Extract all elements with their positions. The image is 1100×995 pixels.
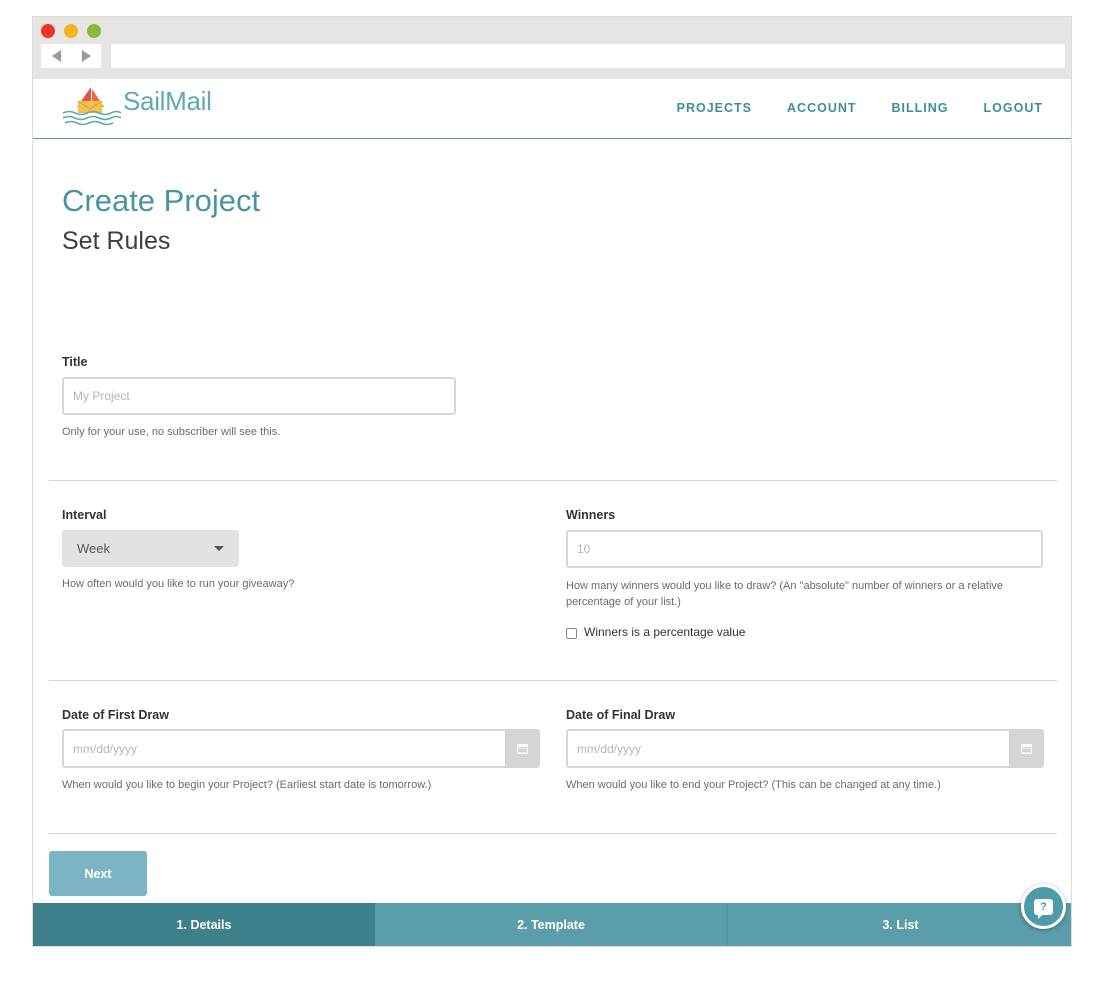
step-details[interactable]: 1. Details bbox=[33, 903, 375, 946]
title-help: Only for your use, no subscriber will se… bbox=[62, 426, 281, 438]
sailboat-logo-icon bbox=[62, 87, 121, 125]
final-draw-help: When would you like to end your Project?… bbox=[566, 779, 941, 791]
maximize-window-dot[interactable] bbox=[87, 24, 101, 38]
first-draw-calendar-button[interactable] bbox=[505, 729, 540, 768]
first-draw-help: When would you like to begin your Projec… bbox=[62, 779, 432, 791]
forward-arrow-icon[interactable] bbox=[81, 50, 91, 62]
help-chat-button[interactable]: ? bbox=[1021, 884, 1066, 929]
section-divider bbox=[49, 480, 1057, 481]
title-input[interactable]: My Project bbox=[62, 377, 456, 415]
winners-input[interactable]: 10 bbox=[566, 530, 1043, 568]
help-chat-icon: ? bbox=[1034, 898, 1053, 919]
main-content: Create Project Set Rules Title My Projec… bbox=[33, 139, 1071, 907]
final-draw-calendar-button[interactable] bbox=[1009, 729, 1044, 768]
sailmail-logo[interactable]: SailMail bbox=[61, 85, 212, 125]
brand-name: SailMail bbox=[123, 86, 212, 116]
interval-selected-value: Week bbox=[77, 541, 110, 556]
interval-select[interactable]: Week bbox=[62, 530, 239, 567]
calendar-icon bbox=[517, 743, 528, 754]
next-button[interactable]: Next bbox=[49, 851, 147, 896]
address-bar[interactable] bbox=[111, 44, 1065, 68]
app-header: SailMail PROJECTS ACCOUNT BILLING LOGOUT bbox=[33, 79, 1071, 139]
interval-label: Interval bbox=[62, 508, 107, 522]
nav-account[interactable]: ACCOUNT bbox=[787, 101, 857, 115]
final-draw-input[interactable]: mm/dd/yyyy bbox=[566, 729, 1009, 768]
percentage-checkbox[interactable] bbox=[566, 628, 577, 639]
first-draw-field: mm/dd/yyyy bbox=[62, 729, 540, 768]
progress-steps: 1. Details 2. Template 3. List bbox=[33, 903, 1071, 946]
interval-help: How often would you like to run your giv… bbox=[62, 578, 295, 590]
step-template[interactable]: 2. Template bbox=[375, 903, 728, 946]
browser-window: SailMail PROJECTS ACCOUNT BILLING LOGOUT… bbox=[32, 16, 1072, 947]
back-arrow-icon[interactable] bbox=[51, 50, 61, 62]
history-buttons bbox=[41, 44, 101, 68]
close-window-dot[interactable] bbox=[41, 24, 55, 38]
first-draw-label: Date of First Draw bbox=[62, 708, 169, 722]
page-title: Create Project bbox=[62, 183, 261, 218]
final-draw-field: mm/dd/yyyy bbox=[566, 729, 1044, 768]
first-draw-input[interactable]: mm/dd/yyyy bbox=[62, 729, 505, 768]
nav-projects[interactable]: PROJECTS bbox=[677, 101, 752, 115]
section-divider bbox=[49, 680, 1057, 681]
browser-chrome bbox=[33, 17, 1071, 79]
top-navigation: PROJECTS ACCOUNT BILLING LOGOUT bbox=[677, 101, 1043, 115]
page-subtitle: Set Rules bbox=[62, 227, 171, 255]
percentage-checkbox-label: Winners is a percentage value bbox=[584, 625, 746, 639]
nav-logout[interactable]: LOGOUT bbox=[984, 101, 1043, 115]
chevron-down-icon bbox=[214, 546, 224, 551]
winners-help: How many winners would you like to draw?… bbox=[566, 580, 1004, 608]
final-draw-label: Date of Final Draw bbox=[566, 708, 676, 722]
calendar-icon bbox=[1021, 743, 1032, 754]
winners-label: Winners bbox=[566, 508, 616, 522]
nav-billing[interactable]: BILLING bbox=[892, 101, 949, 115]
title-label: Title bbox=[62, 355, 88, 369]
minimize-window-dot[interactable] bbox=[64, 24, 78, 38]
section-divider bbox=[49, 833, 1057, 834]
